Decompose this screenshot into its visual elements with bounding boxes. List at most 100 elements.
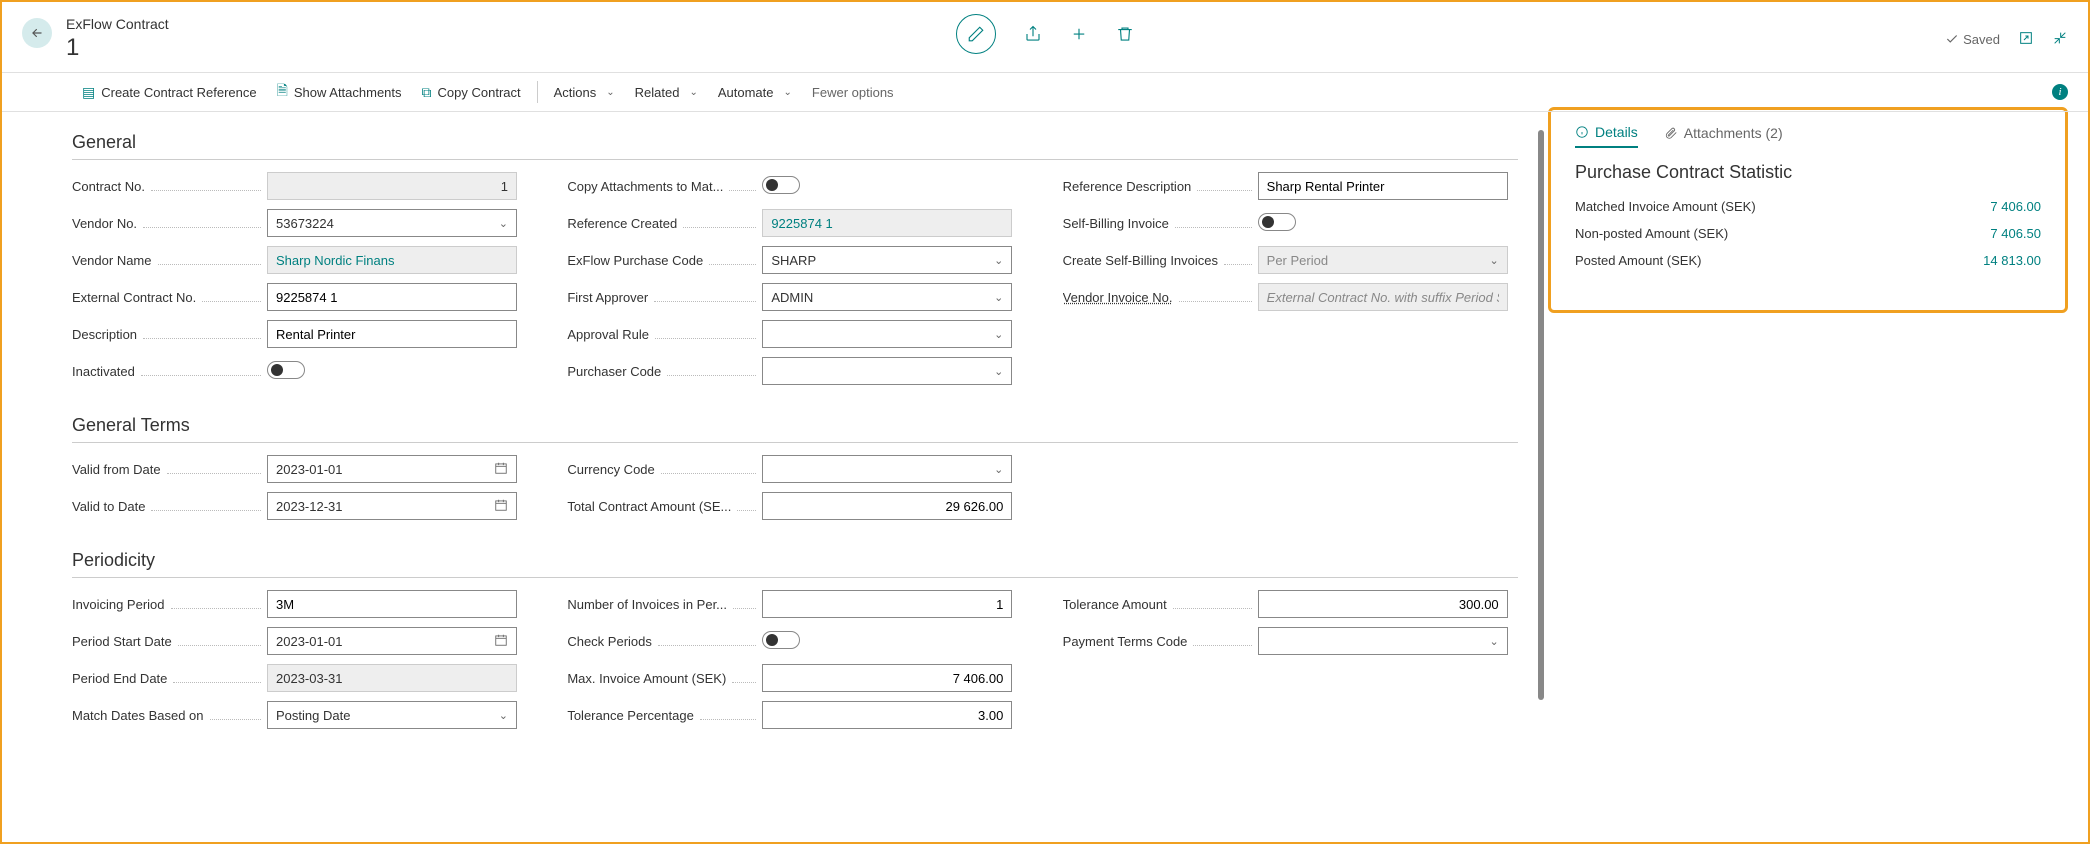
label-period-start: Period Start Date xyxy=(72,634,172,649)
side-panel: Details Attachments (2) Purchase Contrac… xyxy=(1548,112,2088,842)
label-self-billing: Self-Billing Invoice xyxy=(1063,216,1169,231)
calendar-icon xyxy=(494,498,508,515)
action-label: Show Attachments xyxy=(294,85,402,100)
share-icon[interactable] xyxy=(1024,25,1042,43)
copy-contract-button[interactable]: ⧉ Copy Contract xyxy=(412,80,531,105)
reference-description-input[interactable] xyxy=(1258,172,1508,200)
copy-attachments-toggle[interactable] xyxy=(762,176,800,194)
section-general-terms[interactable]: General Terms xyxy=(72,405,1518,443)
copy-icon: ⧉ xyxy=(422,84,432,101)
separator xyxy=(537,81,538,103)
label-purchaser-code: Purchaser Code xyxy=(567,364,661,379)
tab-attachments[interactable]: Attachments (2) xyxy=(1664,124,1783,148)
valid-to-date[interactable]: 2023-12-31 xyxy=(267,492,517,520)
show-attachments-button[interactable]: 🗎 Show Attachments xyxy=(267,76,412,108)
chevron-down-icon: ⌄ xyxy=(994,328,1003,341)
related-menu[interactable]: Related⌄ xyxy=(625,81,708,104)
vendor-no-select[interactable]: 53673224 ⌄ xyxy=(267,209,517,237)
reference-created-field[interactable]: 9225874 1 xyxy=(762,209,1012,237)
label-total-contract-amount: Total Contract Amount (SE... xyxy=(567,499,731,514)
back-button[interactable] xyxy=(22,18,52,48)
max-invoice-input[interactable] xyxy=(762,664,1012,692)
popout-icon[interactable] xyxy=(2018,30,2034,49)
self-billing-toggle[interactable] xyxy=(1258,213,1296,231)
chevron-down-icon: ⌄ xyxy=(994,463,1003,476)
label-create-self-billing: Create Self-Billing Invoices xyxy=(1063,253,1218,268)
chevron-down-icon: ⌄ xyxy=(499,217,508,230)
info-icon[interactable]: i xyxy=(2052,84,2068,100)
currency-code-select[interactable]: ⌄ xyxy=(762,455,1012,483)
label-vendor-name: Vendor Name xyxy=(72,253,152,268)
action-label: Copy Contract xyxy=(438,85,521,100)
tolerance-amt-input[interactable] xyxy=(1258,590,1508,618)
period-end-field: 2023-03-31 xyxy=(267,664,517,692)
match-dates-select[interactable]: Posting Date⌄ xyxy=(267,701,517,729)
edit-button[interactable] xyxy=(956,14,996,54)
collapse-icon[interactable] xyxy=(2052,30,2068,49)
check-periods-toggle[interactable] xyxy=(762,631,800,649)
label-check-periods: Check Periods xyxy=(567,634,652,649)
num-invoices-input[interactable] xyxy=(762,590,1012,618)
label-exflow-purchase-code: ExFlow Purchase Code xyxy=(567,253,703,268)
chevron-down-icon: ⌄ xyxy=(994,365,1003,378)
stat-posted-value[interactable]: 14 813.00 xyxy=(1983,253,2041,268)
label-period-end: Period End Date xyxy=(72,671,167,686)
purchaser-code-select[interactable]: ⌄ xyxy=(762,357,1012,385)
action-label: Create Contract Reference xyxy=(101,85,256,100)
invoicing-period-input[interactable] xyxy=(267,590,517,618)
vendor-no-value: 53673224 xyxy=(276,216,334,231)
tolerance-pct-input[interactable] xyxy=(762,701,1012,729)
payment-terms-select[interactable]: ⌄ xyxy=(1258,627,1508,655)
actions-menu[interactable]: Actions⌄ xyxy=(544,81,625,104)
create-self-billing-value: Per Period xyxy=(1267,253,1328,268)
stat-nonposted-value[interactable]: 7 406.50 xyxy=(1990,226,2041,241)
calendar-icon xyxy=(494,633,508,650)
label-invoicing-period: Invoicing Period xyxy=(72,597,165,612)
label-vendor-no: Vendor No. xyxy=(72,216,137,231)
exflow-purchase-code-select[interactable]: SHARP⌄ xyxy=(762,246,1012,274)
side-title: Purchase Contract Statistic xyxy=(1575,162,2041,183)
label-inactivated: Inactivated xyxy=(72,364,135,379)
stat-matched-value[interactable]: 7 406.00 xyxy=(1990,199,2041,214)
scrollbar[interactable] xyxy=(1538,130,1544,700)
fewer-options-link[interactable]: Fewer options xyxy=(812,85,894,100)
match-dates-value: Posting Date xyxy=(276,708,350,723)
tab-details[interactable]: Details xyxy=(1575,124,1638,148)
first-approver-value: ADMIN xyxy=(771,290,813,305)
side-factbox: Details Attachments (2) Purchase Contrac… xyxy=(1548,107,2068,313)
tab-details-label: Details xyxy=(1595,124,1638,140)
label-first-approver: First Approver xyxy=(567,290,648,305)
label-description: Description xyxy=(72,327,137,342)
label-tolerance-amt: Tolerance Amount xyxy=(1063,597,1167,612)
period-start-value: 2023-01-01 xyxy=(276,634,343,649)
chevron-down-icon: ⌄ xyxy=(784,87,792,98)
page-title: 1 xyxy=(66,34,169,62)
inactivated-toggle[interactable] xyxy=(267,361,305,379)
new-icon[interactable] xyxy=(1070,25,1088,43)
description-input[interactable] xyxy=(267,320,517,348)
vendor-name-field[interactable]: Sharp Nordic Finans xyxy=(267,246,517,274)
automate-menu[interactable]: Automate⌄ xyxy=(708,81,802,104)
chevron-down-icon: ⌄ xyxy=(689,87,697,98)
action-label: Actions xyxy=(554,85,597,100)
total-contract-amount-input[interactable] xyxy=(762,492,1012,520)
valid-from-value: 2023-01-01 xyxy=(276,462,343,477)
chevron-down-icon: ⌄ xyxy=(994,254,1003,267)
action-bar: ▤ Create Contract Reference 🗎 Show Attac… xyxy=(2,72,2088,112)
contract-no-field: 1 xyxy=(267,172,517,200)
create-self-billing-select: Per Period⌄ xyxy=(1258,246,1508,274)
label-vendor-invoice-no[interactable]: Vendor Invoice No. xyxy=(1063,290,1173,305)
label-payment-terms: Payment Terms Code xyxy=(1063,634,1188,649)
first-approver-select[interactable]: ADMIN⌄ xyxy=(762,283,1012,311)
create-contract-reference-button[interactable]: ▤ Create Contract Reference xyxy=(72,80,267,105)
section-periodicity[interactable]: Periodicity xyxy=(72,540,1518,578)
label-copy-attachments: Copy Attachments to Mat... xyxy=(567,179,723,194)
external-contract-no-input[interactable] xyxy=(267,283,517,311)
valid-from-date[interactable]: 2023-01-01 xyxy=(267,455,517,483)
section-general[interactable]: General xyxy=(72,122,1518,160)
approval-rule-select[interactable]: ⌄ xyxy=(762,320,1012,348)
period-start-date[interactable]: 2023-01-01 xyxy=(267,627,517,655)
valid-to-value: 2023-12-31 xyxy=(276,499,343,514)
label-reference-description: Reference Description xyxy=(1063,179,1192,194)
delete-icon[interactable] xyxy=(1116,25,1134,43)
